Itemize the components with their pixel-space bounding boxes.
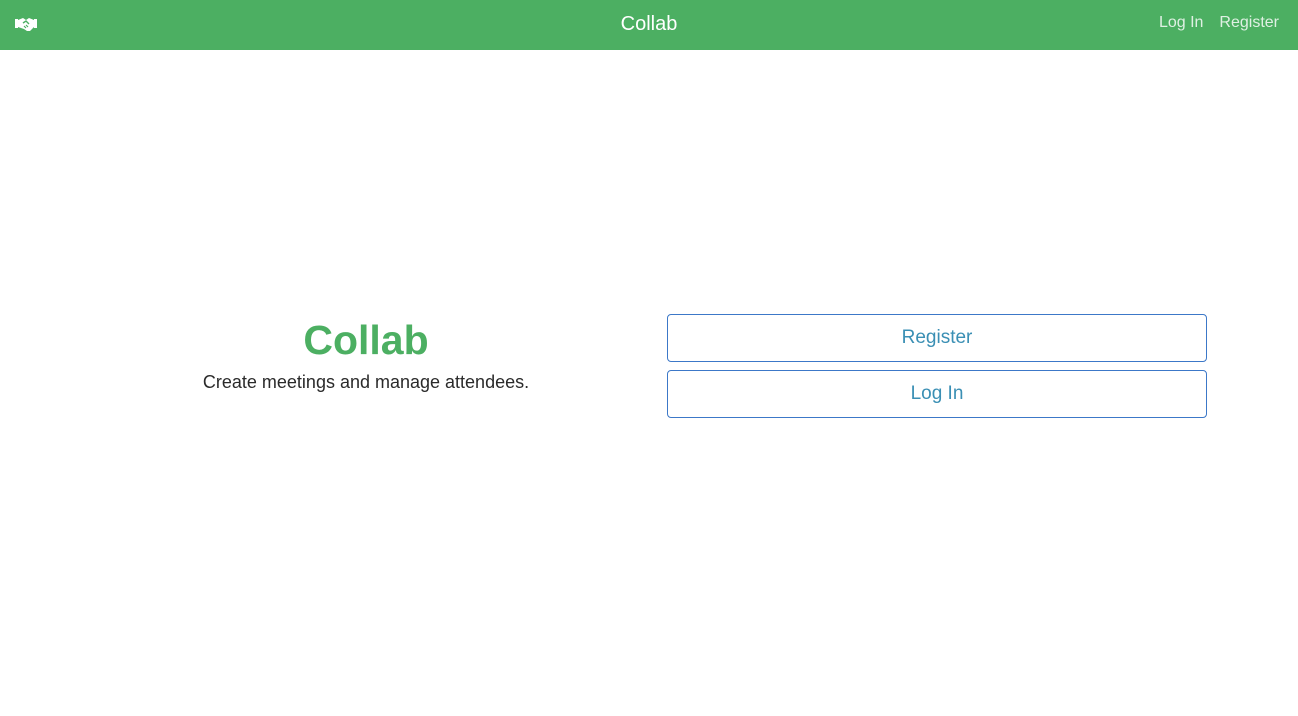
navbar: Collab Log In Register [0,0,1298,50]
login-button[interactable]: Log In [667,370,1207,418]
nav-links: Log In Register [1159,13,1279,33]
auth-actions: Register Log In [667,314,1207,418]
handshake-icon[interactable] [15,15,37,33]
hero-title: Collab [303,317,429,363]
nav-login-link[interactable]: Log In [1159,13,1203,33]
nav-register-link[interactable]: Register [1219,13,1279,33]
app-title[interactable]: Collab [621,13,678,35]
hero-section: Collab Create meetings and manage attend… [126,316,606,394]
register-button[interactable]: Register [667,314,1207,362]
hero-subtitle: Create meetings and manage attendees. [202,372,530,392]
